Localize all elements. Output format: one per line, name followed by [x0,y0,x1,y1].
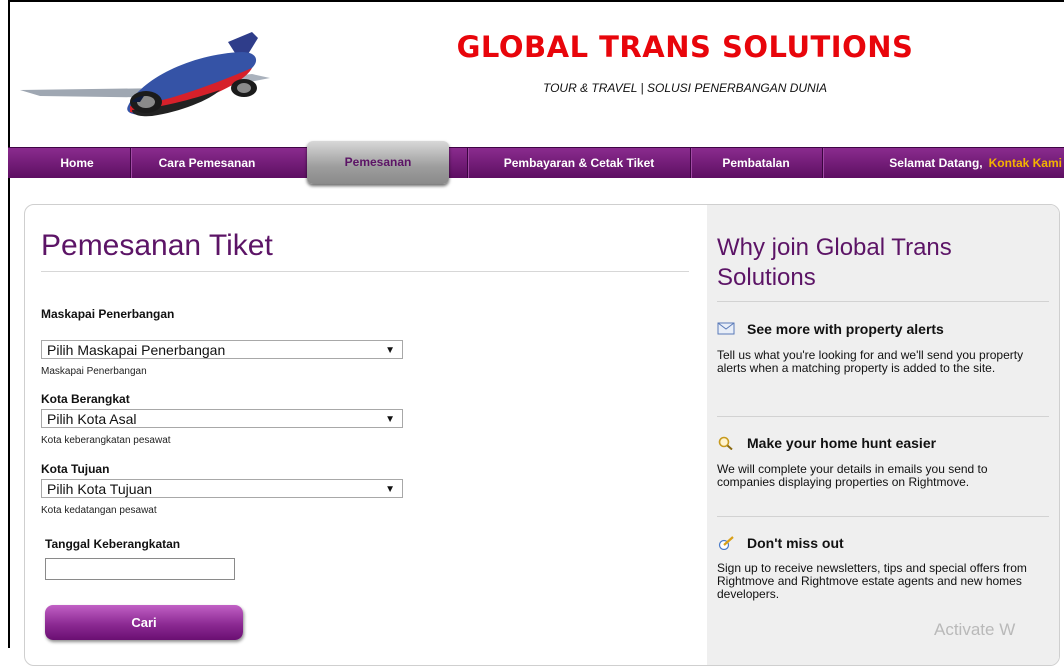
origin-hint: Kota keberangkatan pesawat [41,435,171,446]
contact-link[interactable]: Kontak Kami [989,156,1062,170]
destination-label: Kota Tujuan [41,462,110,476]
airline-select-value: Pilih Maskapai Penerbangan [47,342,226,358]
origin-select-value: Pilih Kota Asal [47,411,137,427]
dropdown-arrow-icon: ▼ [385,414,395,425]
page-title: Pemesanan Tiket [41,229,273,262]
site-tagline: TOUR & TRAVEL | SOLUSI PENERBANGAN DUNIA [542,81,828,95]
perk-description: Sign up to receive newsletters, tips and… [717,561,1027,601]
perk-heading: Don't miss out [717,535,844,551]
airline-label: Maskapai Penerbangan [41,307,175,321]
airline-select[interactable]: Pilih Maskapai Penerbangan ▼ [41,340,403,359]
nav-item-home[interactable]: Home [24,148,130,178]
nav-item-pembatalan[interactable]: Pembatalan [692,148,820,178]
nav-item-pembayaran[interactable]: Pembayaran & Cetak Tiket [469,148,689,178]
panel-divider [717,416,1049,417]
origin-select[interactable]: Pilih Kota Asal ▼ [41,409,403,428]
panel-divider [717,301,1049,302]
date-label: Tanggal Keberangkatan [45,537,181,551]
destination-select-value: Pilih Kota Tujuan [47,481,153,497]
envelope-icon [717,322,735,335]
newsletter-icon [718,536,734,550]
dropdown-arrow-icon: ▼ [385,484,395,495]
magnifier-icon [718,436,733,450]
destination-hint: Kota kedatangan pesawat [41,505,157,516]
origin-label: Kota Berangkat [41,392,130,406]
perk-heading-text: Don't miss out [747,535,844,551]
perk-description: Tell us what you're looking for and we'l… [717,348,1024,375]
main-nav: Home Cara Pemesanan Pembayaran & Cetak T… [8,147,1064,178]
welcome-text: Selamat Datang, [889,156,983,170]
activate-watermark: Activate W [934,620,1016,639]
site-title: GLOBAL TRANS SOLUTIONS [456,30,914,64]
panel-title: Why join Global Trans Solutions [717,234,952,291]
airline-hint: Maskapai Penerbangan [41,366,147,377]
destination-select[interactable]: Pilih Kota Tujuan ▼ [41,479,403,498]
search-button[interactable]: Cari [45,605,243,640]
content-card: Why join Global Trans Solutions See more… [24,204,1060,666]
perk-heading: See more with property alerts [717,321,944,337]
perk-description: We will complete your details in emails … [717,462,988,489]
nav-welcome: Selamat Datang, Kontak Kami [824,148,1064,178]
nav-item-pemesanan-active[interactable]: Pemesanan [307,141,449,184]
departure-date-input[interactable] [45,558,235,580]
perk-heading: Make your home hunt easier [717,435,936,451]
airplane-logo [20,32,270,117]
nav-item-cara-pemesanan[interactable]: Cara Pemesanan [132,148,282,178]
perk-heading-text: See more with property alerts [747,321,944,337]
benefits-panel: Why join Global Trans Solutions See more… [707,205,1059,665]
panel-divider [717,516,1049,517]
perk-heading-text: Make your home hunt easier [747,435,937,451]
dropdown-arrow-icon: ▼ [385,345,395,356]
title-divider [41,271,689,272]
